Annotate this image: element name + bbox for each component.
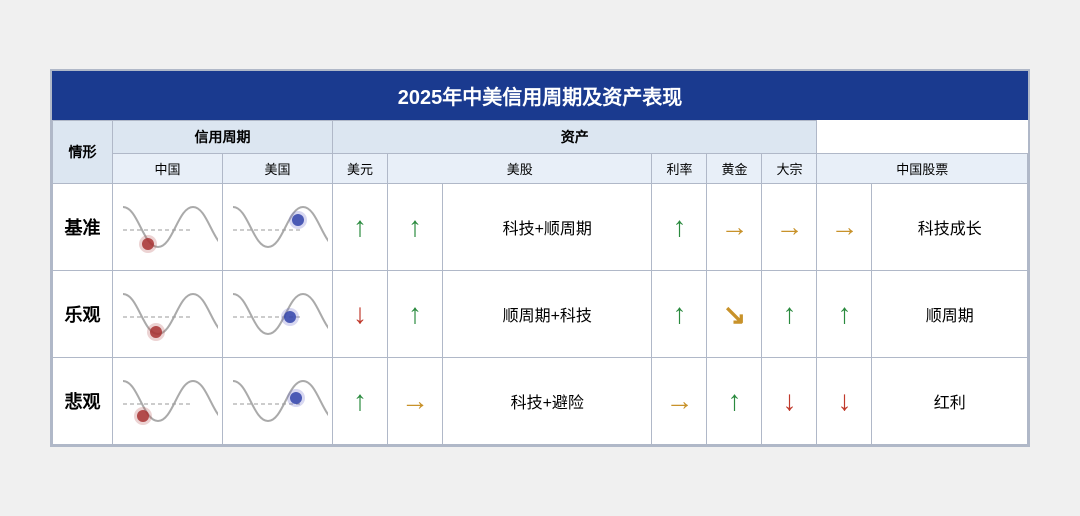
- china-wave-cell: [113, 358, 223, 445]
- assets-header: 资产: [333, 121, 817, 154]
- gold-arrow-cell: ↑: [707, 358, 762, 445]
- us-stocks-header: 美股: [388, 154, 652, 184]
- china-stock-arrow-cell: ↓: [817, 358, 872, 445]
- table-title: 2025年中美信用周期及资产表现: [52, 71, 1028, 120]
- us-wave-cell: [223, 271, 333, 358]
- interest-rate-header: 利率: [652, 154, 707, 184]
- main-container: 2025年中美信用周期及资产表现 情形 信用周期 资产 中国 美国 美元 美股 …: [50, 69, 1030, 447]
- gold-arrow-cell: ↘: [707, 271, 762, 358]
- header-sub-row: 中国 美国 美元 美股 利率 黄金 大宗 中国股票: [53, 154, 1028, 184]
- china-credit-header: 中国: [113, 154, 223, 184]
- commodity-arrow-cell: ↑: [762, 271, 817, 358]
- commodity-arrow-cell: →: [762, 184, 817, 271]
- china-stock-text-cell: 科技成长: [872, 184, 1028, 271]
- situation-label: 基准: [53, 184, 113, 271]
- us-wave-cell: [223, 184, 333, 271]
- usd-header: 美元: [333, 154, 388, 184]
- china-stock-text-cell: 红利: [872, 358, 1028, 445]
- gold-header: 黄金: [707, 154, 762, 184]
- commodity-header: 大宗: [762, 154, 817, 184]
- table-row: 基准 ↑ ↑ 科技+顺周期 ↑ → → → 科技成长: [53, 184, 1028, 271]
- table-row: 悲观 ↑ → 科技+避险 → ↑ ↓ ↓ 红利: [53, 358, 1028, 445]
- china-stocks-header: 中国股票: [817, 154, 1028, 184]
- us-credit-header: 美国: [223, 154, 333, 184]
- china-wave-cell: [113, 271, 223, 358]
- situation-label: 悲观: [53, 358, 113, 445]
- rate-arrow-cell: ↑: [652, 184, 707, 271]
- usd-arrow-cell: ↑: [333, 358, 388, 445]
- table-row: 乐观 ↓ ↑ 顺周期+科技 ↑ ↘ ↑ ↑ 顺周期: [53, 271, 1028, 358]
- header-group-row: 情形 信用周期 资产: [53, 121, 1028, 154]
- china-stock-text-cell: 顺周期: [872, 271, 1028, 358]
- usd-arrow-cell: ↓: [333, 271, 388, 358]
- us-stock-text-cell: 顺周期+科技: [443, 271, 652, 358]
- commodity-arrow-cell: ↓: [762, 358, 817, 445]
- gold-arrow-cell: →: [707, 184, 762, 271]
- situation-label: 乐观: [53, 271, 113, 358]
- us-stock-arrow-cell: ↑: [388, 271, 443, 358]
- china-stock-arrow-cell: →: [817, 184, 872, 271]
- china-stock-arrow-cell: ↑: [817, 271, 872, 358]
- us-stock-arrow-cell: ↑: [388, 184, 443, 271]
- china-wave-cell: [113, 184, 223, 271]
- usd-arrow-cell: ↑: [333, 184, 388, 271]
- rate-arrow-cell: ↑: [652, 271, 707, 358]
- us-stock-text-cell: 科技+避险: [443, 358, 652, 445]
- situation-header: 情形: [53, 121, 113, 184]
- us-wave-cell: [223, 358, 333, 445]
- us-stock-arrow-cell: →: [388, 358, 443, 445]
- rate-arrow-cell: →: [652, 358, 707, 445]
- credit-cycle-header: 信用周期: [113, 121, 333, 154]
- us-stock-text-cell: 科技+顺周期: [443, 184, 652, 271]
